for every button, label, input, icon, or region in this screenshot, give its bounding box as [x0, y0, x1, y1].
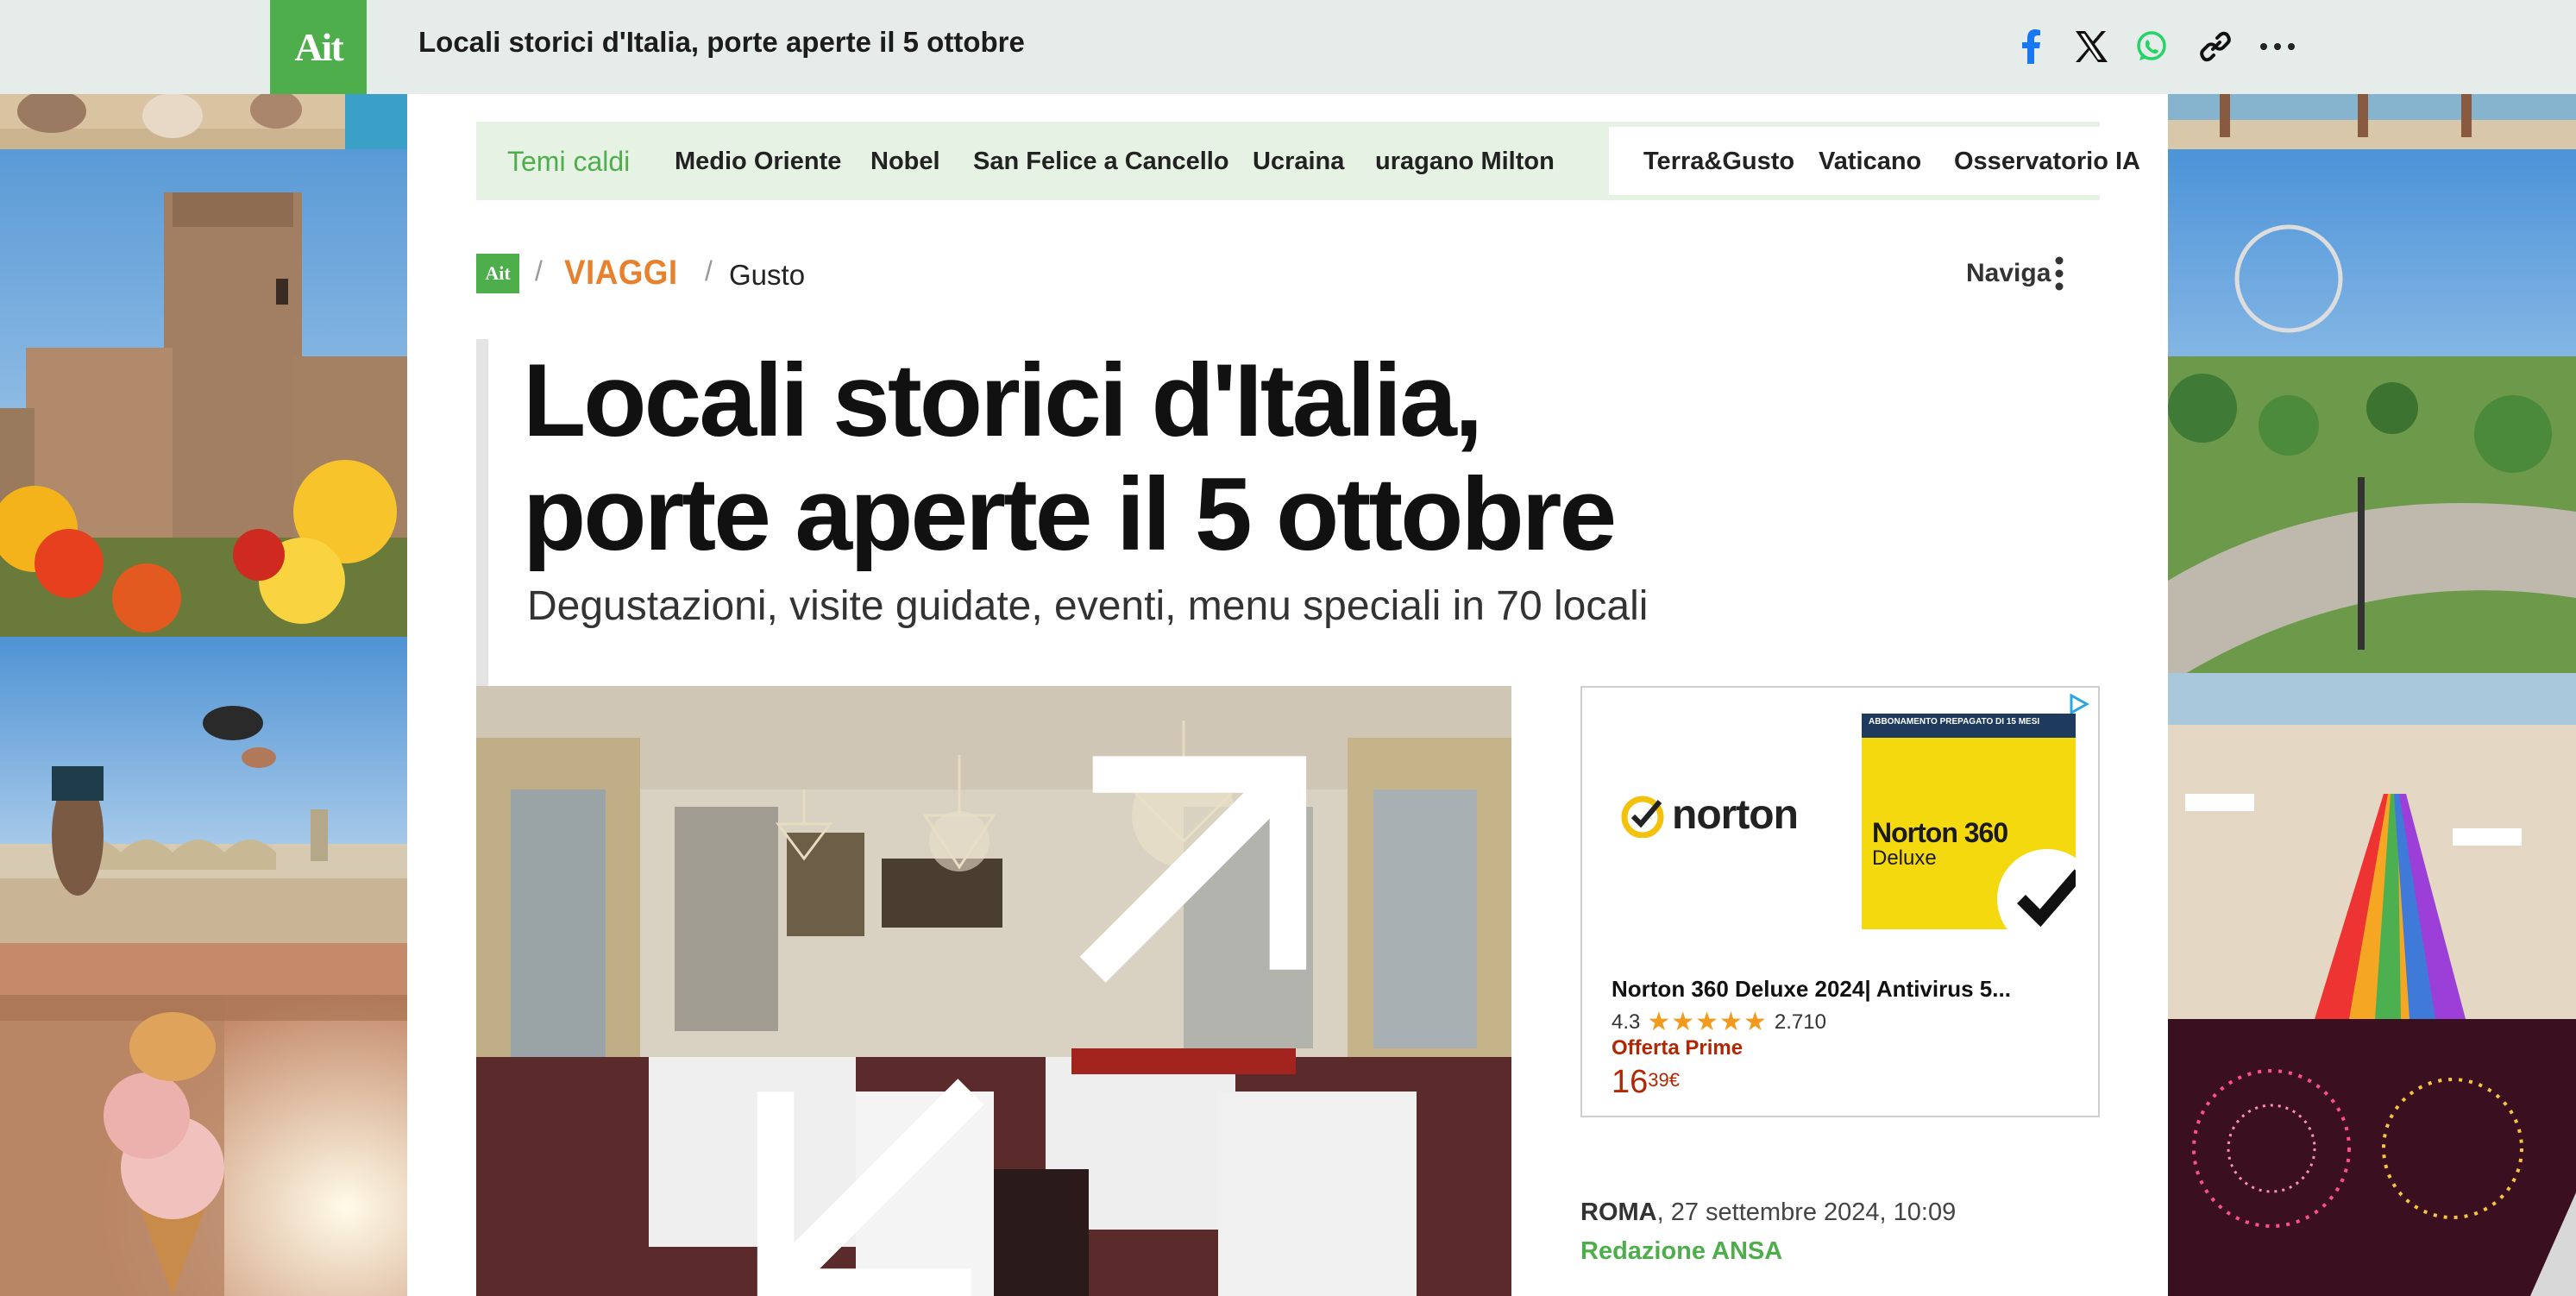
breadcrumb-section-viaggi[interactable]: VIAGGI — [564, 254, 678, 293]
ad-rating: 4.3 ★★★★★ 2.710 — [1612, 1007, 1826, 1037]
hot-topics-bar: Temi caldi Medio Oriente Nobel San Felic… — [476, 122, 2140, 200]
hot-topic-item[interactable]: uragano Milton — [1375, 148, 1555, 176]
hot-topics-secondary: Terra&Gusto Vaticano Osservatorio IA — [1609, 127, 2140, 195]
facebook-icon — [2022, 29, 2040, 64]
more-share-button[interactable] — [2255, 24, 2300, 69]
header-article-title: Locali storici d'Italia, porte aperte il… — [418, 26, 1025, 58]
article-author[interactable]: Redazione ANSA — [1580, 1237, 1782, 1266]
copy-link-button[interactable] — [2193, 24, 2238, 69]
ad-box-banner: ABBONAMENTO PREPAGATO DI 15 MESI — [1862, 714, 2076, 738]
site-logo[interactable]: Ait — [270, 0, 367, 94]
side-image-gelato[interactable] — [0, 943, 407, 1296]
ad-offer-label: Offerta Prime — [1612, 1036, 1744, 1060]
side-image-beach-people[interactable] — [0, 94, 407, 149]
expand-icon[interactable] — [514, 726, 1511, 1296]
breadcrumb: Ait / VIAGGI / Gusto Naviga — [476, 254, 2098, 297]
side-image-acrobats[interactable] — [0, 637, 407, 943]
side-image-ferris-wheel-park[interactable] — [2168, 149, 2576, 673]
side-image-rainbow-beach[interactable] — [2168, 673, 2576, 1019]
hot-topic-item[interactable]: Medio Oriente — [675, 148, 841, 176]
hot-topic-secondary-item[interactable]: Terra&Gusto — [1643, 148, 1794, 176]
norton-check-icon — [1621, 796, 1664, 838]
naviga-menu-button[interactable]: Naviga — [1966, 259, 2051, 288]
hot-topic-item[interactable]: San Felice a Cancello — [973, 148, 1229, 176]
article-header: Locali storici d'Italia, porte aperte il… — [476, 339, 1648, 686]
breadcrumb-home-logo[interactable]: Ait — [476, 254, 519, 293]
article-city: ROMA — [1580, 1198, 1657, 1226]
ad-choices-icon[interactable] — [2067, 693, 2089, 715]
breadcrumb-separator: / — [535, 255, 543, 286]
ad-box-edition: Deluxe — [1872, 846, 1937, 870]
article-dateline: ROMA, 27 settembre 2024, 10:09 — [1580, 1198, 1956, 1227]
x-share-button[interactable] — [2069, 24, 2114, 69]
article-date: , 27 settembre 2024, 10:09 — [1656, 1198, 1957, 1226]
x-icon — [2076, 31, 2108, 62]
article-title: Locali storici d'Italia, porte aperte il… — [523, 343, 1644, 571]
main-column: Temi caldi Medio Oriente Nobel San Felic… — [407, 94, 2168, 1296]
hot-topic-secondary-item[interactable]: Osservatorio IA — [1954, 148, 2140, 176]
norton-ad[interactable]: norton ABBONAMENTO PREPAGATO DI 15 MESI … — [1580, 686, 2100, 1117]
hot-topics-label: Temi caldi — [507, 146, 631, 177]
site-logo-text: Ait — [294, 25, 343, 69]
article-main-photo[interactable] — [476, 686, 1511, 1296]
article-title-line1: Locali storici d'Italia, — [523, 343, 1483, 458]
hot-topic-secondary-item[interactable]: Vaticano — [1819, 148, 1921, 176]
facebook-share-button[interactable] — [2008, 24, 2053, 69]
breadcrumb-subsection[interactable]: Gusto — [729, 259, 805, 292]
ad-box-product-name: Norton 360 — [1872, 817, 2008, 848]
norton-product-box: ABBONAMENTO PREPAGATO DI 15 MESI Norton … — [1862, 714, 2076, 929]
ad-rating-value: 4.3 — [1612, 1010, 1641, 1034]
ad-review-count: 2.710 — [1774, 1010, 1826, 1034]
sticky-header: Ait Locali storici d'Italia, porte apert… — [0, 0, 2576, 94]
side-image-fireworks[interactable] — [2168, 1019, 2576, 1296]
kebab-menu-icon[interactable] — [2046, 254, 2072, 293]
ad-price-decimal: 39 — [1648, 1069, 1669, 1091]
article-subtitle: Degustazioni, visite guidate, eventi, me… — [527, 583, 1649, 629]
more-icon — [2260, 43, 2295, 50]
side-image-beach-legs[interactable] — [2168, 94, 2576, 149]
link-icon — [2200, 31, 2231, 62]
hot-topic-item[interactable]: Ucraina — [1253, 148, 1344, 176]
ad-box-check-icon — [1997, 849, 2076, 929]
norton-logo: norton — [1620, 791, 1799, 839]
whatsapp-icon — [2137, 31, 2166, 60]
breadcrumb-separator: / — [705, 255, 713, 286]
ad-star-rating: ★★★★★ — [1647, 1008, 1768, 1036]
norton-brand-text: norton — [1672, 792, 1799, 838]
ad-product-title[interactable]: Norton 360 Deluxe 2024| Antivirus 5... — [1612, 976, 2011, 1003]
ad-price-currency: € — [1668, 1069, 1681, 1091]
hot-topic-item[interactable]: Nobel — [870, 148, 940, 176]
ad-price: 1639€ — [1612, 1064, 1680, 1101]
article-title-line2: porte aperte il 5 ottobre — [523, 456, 1617, 572]
ad-price-integer: 16 — [1612, 1064, 1649, 1100]
whatsapp-share-button[interactable] — [2129, 24, 2174, 69]
side-image-castle[interactable] — [0, 149, 407, 637]
